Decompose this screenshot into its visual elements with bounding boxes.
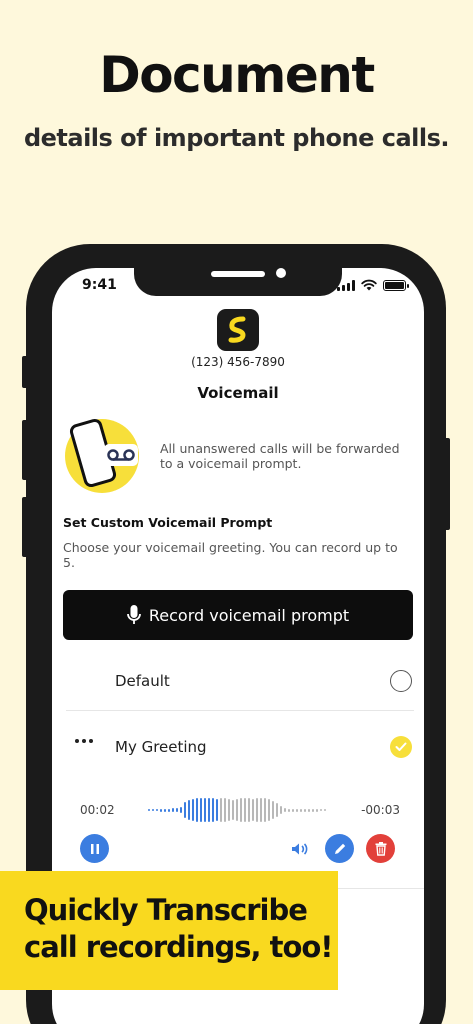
waveform-bar [180, 807, 182, 813]
waveform-bar [252, 799, 254, 821]
waveform-bar [196, 798, 198, 822]
phone-number: (123) 456-7890 [191, 355, 285, 369]
waveform-bar [320, 809, 322, 811]
waveform-bar [256, 798, 258, 822]
waveform-bar [232, 800, 234, 820]
section-title: Set Custom Voicemail Prompt [63, 515, 273, 530]
prompt-label: My Greeting [115, 738, 207, 756]
status-time: 9:41 [82, 277, 117, 293]
waveform-bar [188, 800, 190, 820]
edit-transcribe-button[interactable] [325, 834, 354, 863]
waveform-bar [276, 803, 278, 817]
remaining-time: -00:03 [361, 803, 400, 817]
phone-side-button-right [444, 438, 450, 530]
section-description: Choose your voicemail greeting. You can … [63, 540, 398, 570]
radio-selected-check-icon[interactable] [390, 736, 412, 758]
promo-subhead: details of important phone calls. [23, 124, 450, 152]
phone-side-button-left-2 [22, 420, 28, 480]
elapsed-time: 00:02 [80, 803, 115, 817]
waveform-bar [224, 798, 226, 822]
waveform-bar [284, 808, 286, 812]
waveform-bar [300, 808, 302, 812]
waveform-bar [204, 798, 206, 822]
waveform-bar [228, 799, 230, 821]
waveform-bar [152, 809, 154, 811]
waveform-bar [160, 808, 162, 812]
waveform-bar [296, 808, 298, 812]
voicemail-phone-illustration [65, 418, 139, 493]
prompt-option-default[interactable]: Default [66, 651, 414, 711]
prompt-option-my-greeting[interactable]: My Greeting [66, 717, 414, 777]
more-options-icon[interactable] [75, 739, 93, 743]
waveform-bar [304, 808, 306, 812]
waveform-bar [212, 798, 214, 822]
waveform-bar [164, 808, 166, 812]
forward-info-text: All unanswered calls will be forwarded t… [160, 441, 400, 471]
microphone-icon [126, 605, 141, 624]
waveform-bar [280, 806, 282, 814]
waveform-bar [268, 799, 270, 821]
record-voicemail-button[interactable]: Record voicemail prompt [63, 590, 413, 640]
waveform-bar [260, 798, 262, 822]
cellular-signal-icon [337, 279, 355, 291]
waveform-bar [240, 798, 242, 822]
banner-text: Quickly Transcribe call recordings, too! [24, 893, 334, 964]
waveform-bar [288, 808, 290, 812]
waveform-bar [244, 798, 246, 822]
waveform-bar [192, 799, 194, 821]
waveform-bar [272, 801, 274, 819]
waveform-bar [248, 798, 250, 822]
app-logo [217, 309, 259, 351]
radio-unselected-icon[interactable] [390, 669, 412, 692]
trash-icon [375, 842, 386, 856]
waveform-bar [176, 808, 178, 812]
pause-icon [90, 843, 99, 854]
promo-banner: Quickly Transcribe call recordings, too! [0, 871, 338, 990]
notch [134, 268, 342, 296]
speaker-button[interactable] [285, 834, 314, 863]
prompt-label: Default [115, 671, 170, 690]
phone-side-button-left-1 [22, 356, 28, 388]
waveform-bar [220, 798, 222, 822]
delete-button[interactable] [366, 834, 395, 863]
lightning-s-logo-icon [228, 316, 246, 343]
waveform-bar [172, 808, 174, 812]
waveform-bar [292, 808, 294, 812]
waveform-bar [308, 808, 310, 812]
waveform-bar [184, 802, 186, 818]
waveform-scrubber[interactable] [120, 796, 354, 824]
waveform-bar [208, 798, 210, 822]
screen-title: Voicemail [197, 384, 279, 402]
waveform-bar [156, 809, 158, 811]
waveform-bar [236, 799, 238, 821]
phone-side-button-left-3 [22, 497, 28, 557]
pause-button[interactable] [80, 834, 109, 863]
waveform-bar [312, 808, 314, 812]
camera-dot [276, 268, 286, 278]
record-button-label: Record voicemail prompt [148, 605, 350, 625]
promo-headline: Document [99, 46, 375, 104]
waveform-bar [200, 798, 202, 822]
waveform-bar [324, 809, 326, 811]
waveform-bar [216, 799, 218, 821]
waveform-bar [148, 809, 150, 811]
waveform-bar [264, 798, 266, 822]
status-icons [337, 279, 409, 291]
audio-player: 00:02 -00:03 [80, 796, 400, 824]
pencil-icon [334, 843, 345, 854]
speaker-grille [211, 271, 265, 277]
wifi-icon [361, 279, 377, 291]
waveform-bar [168, 808, 170, 812]
battery-icon [383, 279, 409, 291]
waveform-bar [316, 808, 318, 812]
speaker-volume-icon [291, 842, 307, 855]
player-controls [80, 834, 398, 866]
